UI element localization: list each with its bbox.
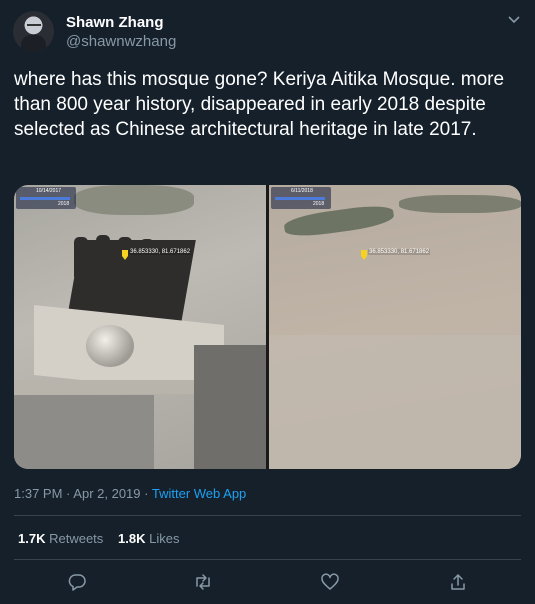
- coordinate-label: 36.853330, 81.671862: [368, 249, 431, 255]
- author-name[interactable]: Shawn Zhang: [66, 14, 164, 31]
- meta-separator: ·: [66, 486, 71, 501]
- time-slider[interactable]: [20, 197, 70, 200]
- tweet-date[interactable]: Apr 2, 2019: [73, 486, 140, 501]
- tweet-time[interactable]: 1:37 PM: [14, 486, 62, 501]
- earth-time-toolbar[interactable]: 6/11/2018 2018: [271, 187, 331, 209]
- avatar[interactable]: [13, 11, 54, 52]
- divider: [14, 515, 521, 516]
- satellite-photo-before[interactable]: 10/14/2017 2018 36.853330, 81.671862: [14, 185, 266, 469]
- tweet-card: Shawn Zhang @shawnwzhang where has this …: [0, 0, 535, 604]
- like-icon[interactable]: [320, 572, 340, 592]
- source-app-link[interactable]: Twitter Web App: [152, 486, 246, 501]
- imagery-year: 2018: [313, 201, 325, 207]
- tweet-meta: 1:37 PM · Apr 2, 2019 · Twitter Web App: [14, 486, 246, 501]
- imagery-year: 2018: [58, 201, 70, 207]
- imagery-date: 6/11/2018: [291, 188, 313, 194]
- retweets-label: Retweets: [49, 531, 104, 546]
- retweets-stat[interactable]: 1.7K Retweets: [18, 531, 103, 546]
- share-icon[interactable]: [448, 572, 468, 592]
- earth-time-toolbar[interactable]: 10/14/2017 2018: [16, 187, 76, 209]
- author-handle[interactable]: @shawnwzhang: [66, 33, 176, 50]
- coordinate-label: 36.853330, 81.671862: [129, 249, 192, 255]
- meta-separator: ·: [144, 486, 149, 501]
- action-bar: [0, 572, 535, 592]
- placemark-pin-icon[interactable]: [361, 250, 367, 260]
- chevron-down-icon[interactable]: [506, 12, 522, 28]
- time-slider[interactable]: [275, 197, 325, 200]
- likes-label: Likes: [149, 531, 180, 546]
- tweet-text: where has this mosque gone? Keriya Aitik…: [14, 69, 505, 140]
- imagery-date: 10/14/2017: [36, 188, 62, 194]
- divider: [14, 559, 521, 560]
- reply-icon[interactable]: [67, 572, 87, 592]
- retweet-icon[interactable]: [193, 572, 213, 592]
- retweets-count: 1.7K: [18, 531, 46, 546]
- satellite-photo-after[interactable]: 6/11/2018 2018 36.853330, 81.671862: [269, 185, 521, 469]
- likes-count: 1.8K: [118, 531, 146, 546]
- likes-stat[interactable]: 1.8K Likes: [118, 531, 179, 546]
- media-container[interactable]: 10/14/2017 2018 36.853330, 81.671862 6/1…: [14, 185, 521, 469]
